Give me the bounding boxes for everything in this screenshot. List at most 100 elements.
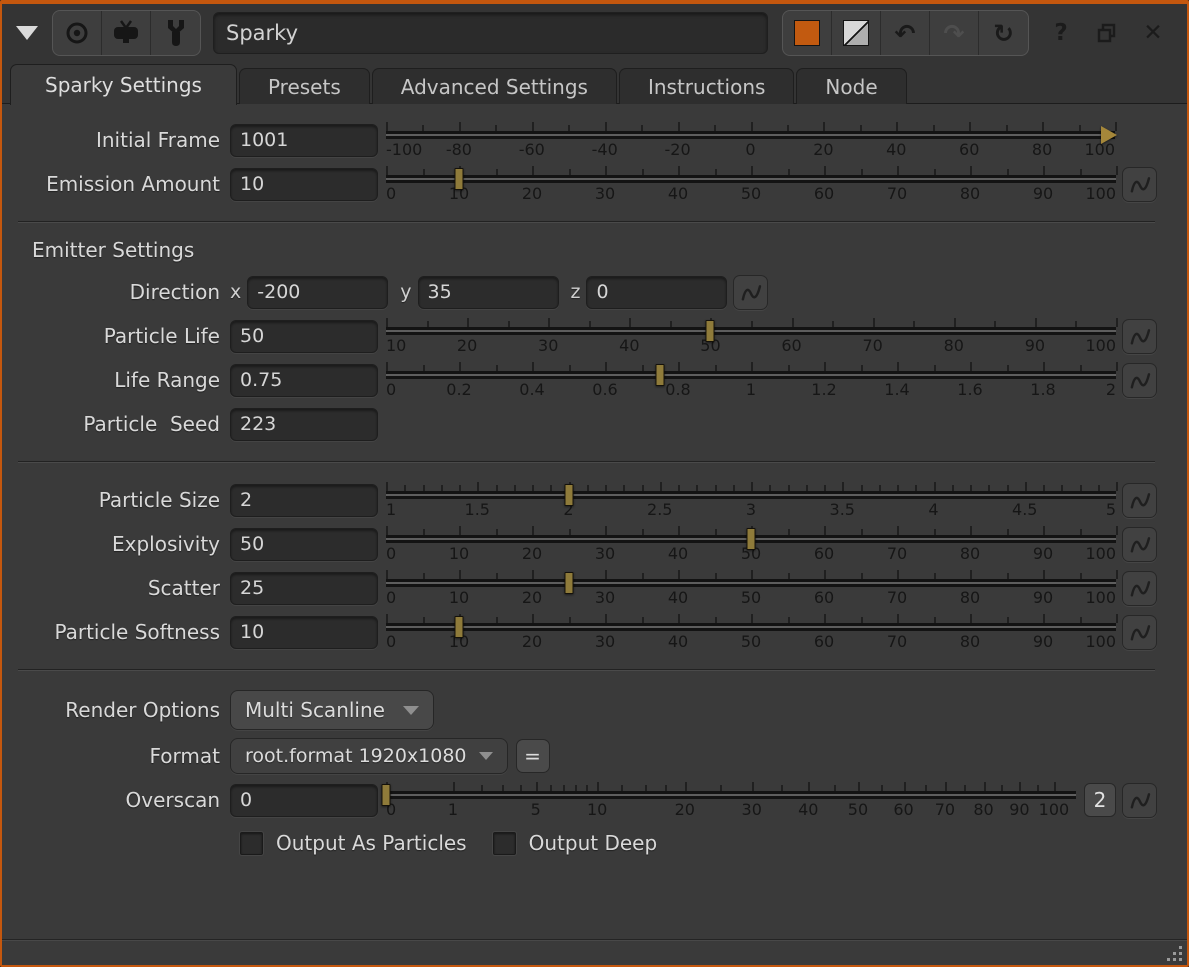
center-node-button[interactable] <box>53 11 102 55</box>
overscan-slider[interactable]: 015102030405060708090100 <box>386 780 1076 820</box>
undo-button[interactable]: ↶ <box>881 11 930 55</box>
emission-amount-animation-button[interactable] <box>1122 167 1157 202</box>
tab-instructions[interactable]: Instructions <box>619 68 794 104</box>
slider-minor-tick <box>714 125 716 131</box>
slider-tick <box>824 526 826 535</box>
overscan-animation-button[interactable] <box>1122 783 1157 818</box>
format-equals-button[interactable]: = <box>516 739 550 773</box>
slider-minor-tick <box>587 485 589 491</box>
particle-life-slider[interactable]: 102030405060708090100 <box>386 316 1116 356</box>
slider-tick <box>532 614 534 623</box>
redo-button[interactable]: ↷ <box>930 11 979 55</box>
slider-minor-tick <box>670 321 672 327</box>
slider-track[interactable] <box>386 491 1116 499</box>
slider-track[interactable] <box>386 623 1116 631</box>
node-name-input[interactable] <box>213 12 768 54</box>
particle-size-label: Particle Size <box>16 488 230 512</box>
monitor-icon <box>111 19 141 47</box>
resize-grip[interactable] <box>1165 944 1183 962</box>
revert-button[interactable]: ↻ <box>979 11 1028 55</box>
slider-handle[interactable] <box>455 168 464 190</box>
particle-softness-slider[interactable]: 0102030405060708090100 <box>386 612 1116 652</box>
overscan-expression-button[interactable]: 2 <box>1084 783 1116 817</box>
slider-handle[interactable] <box>655 364 664 386</box>
particle-life-input[interactable] <box>230 320 378 353</box>
slider-minor-tick <box>733 485 735 491</box>
overscan-input[interactable] <box>230 784 378 817</box>
particle-life-animation-button[interactable] <box>1122 319 1157 354</box>
titlebar-window-controls: ? ✕ <box>1043 15 1171 51</box>
output-deep-checkbox[interactable] <box>493 832 516 855</box>
slider-track[interactable] <box>386 791 1076 799</box>
slider-track[interactable] <box>386 579 1116 587</box>
slider-handle[interactable] <box>455 616 464 638</box>
output-as-particles-checkbox[interactable] <box>240 832 263 855</box>
tab-advanced-settings[interactable]: Advanced Settings <box>372 68 617 104</box>
slider-minor-tick <box>422 125 424 131</box>
separator <box>18 669 1155 671</box>
slider-track[interactable] <box>386 371 1116 379</box>
slider-minor-tick <box>879 485 881 491</box>
direction-animation-button[interactable] <box>733 275 768 310</box>
life-range-row: Life Range 00.20.40.60.811.21.41.61.82 <box>16 358 1157 402</box>
particle-size-slider[interactable]: 11.522.533.544.55 <box>386 480 1116 520</box>
slider-track[interactable] <box>386 175 1116 183</box>
particle-size-animation-button[interactable] <box>1122 483 1157 518</box>
life-range-slider[interactable]: 00.20.40.60.811.21.41.61.82 <box>386 360 1116 400</box>
direction-x-input[interactable] <box>247 276 388 309</box>
slider-tick <box>532 570 534 579</box>
tab-presets[interactable]: Presets <box>239 68 370 104</box>
explosivity-slider[interactable]: 0102030405060708090100 <box>386 524 1116 564</box>
node-color-button[interactable] <box>783 11 832 55</box>
slider-minor-tick <box>788 169 790 175</box>
particle-softness-input[interactable] <box>230 616 378 649</box>
help-button[interactable]: ? <box>1043 15 1079 51</box>
slider-tick <box>678 526 680 535</box>
tab-sparky-settings[interactable]: Sparky Settings <box>10 64 237 105</box>
slider-handle[interactable] <box>564 484 573 506</box>
gl-color-button[interactable] <box>832 11 881 55</box>
slider-tick-label: 4 <box>928 500 938 519</box>
emission-amount-slider[interactable]: 0102030405060708090100 <box>386 164 1116 204</box>
slider-tick <box>954 318 956 327</box>
life-range-input[interactable] <box>230 364 378 397</box>
emission-amount-input[interactable] <box>230 168 378 201</box>
float-window-button[interactable] <box>1089 15 1125 51</box>
settings-button[interactable] <box>151 11 200 55</box>
wrench-icon <box>163 18 189 48</box>
slider-handle[interactable] <box>747 528 756 550</box>
explosivity-input[interactable] <box>230 528 378 561</box>
explosivity-animation-button[interactable] <box>1122 527 1157 562</box>
slider-handle[interactable] <box>382 784 391 806</box>
particle-seed-input[interactable] <box>230 408 378 441</box>
slider-handle[interactable] <box>564 572 573 594</box>
disclosure-triangle-icon[interactable] <box>16 26 38 40</box>
scatter-slider[interactable]: 0102030405060708090100 <box>386 568 1116 608</box>
direction-x-label: x <box>230 281 241 303</box>
render-options-dropdown[interactable]: Multi Scanline <box>230 690 434 730</box>
particle-size-input[interactable] <box>230 484 378 517</box>
direction-y-input[interactable] <box>418 276 559 309</box>
slider-tick <box>1042 122 1044 131</box>
slider-track[interactable] <box>386 327 1116 335</box>
initial-frame-input[interactable] <box>230 124 378 157</box>
scatter-animation-button[interactable] <box>1122 571 1157 606</box>
slider-tick <box>970 614 972 623</box>
show-in-viewer-button[interactable] <box>102 11 151 55</box>
initial-frame-slider[interactable]: -100-80-60-40-20020406080100 <box>386 120 1115 160</box>
slider-track[interactable] <box>386 131 1115 139</box>
slider-arrow-handle[interactable] <box>1101 126 1117 144</box>
slider-tick-label: 0 <box>386 588 396 607</box>
slider-minor-tick <box>964 785 966 791</box>
slider-minor-tick <box>514 485 516 491</box>
close-button[interactable]: ✕ <box>1135 15 1171 51</box>
scatter-input[interactable] <box>230 572 378 605</box>
direction-z-input[interactable] <box>586 276 727 309</box>
format-dropdown[interactable]: root.format 1920x1080 <box>230 738 508 774</box>
life-range-animation-button[interactable] <box>1122 363 1157 398</box>
slider-tick-label: 60 <box>814 588 834 607</box>
particle-softness-animation-button[interactable] <box>1122 615 1157 650</box>
tab-node[interactable]: Node <box>796 68 906 104</box>
node-color-swatch <box>794 20 820 46</box>
slider-handle[interactable] <box>706 320 715 342</box>
